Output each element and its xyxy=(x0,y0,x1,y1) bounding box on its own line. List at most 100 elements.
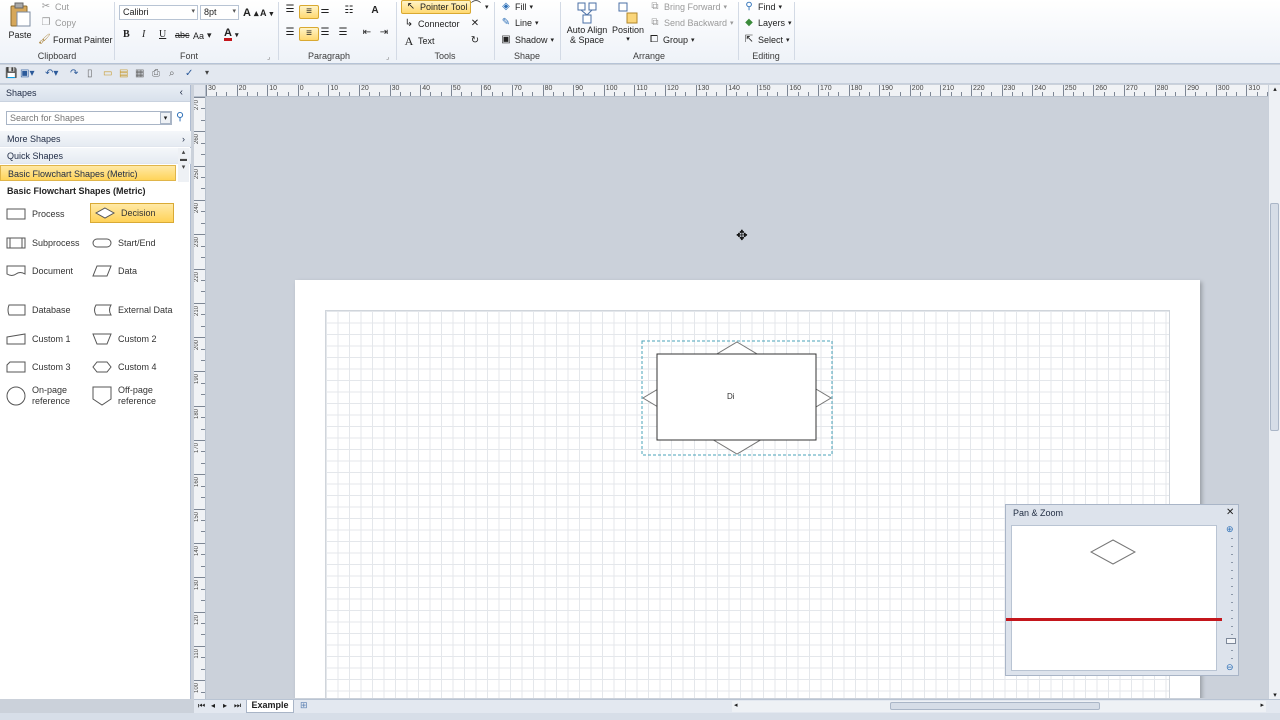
first-page-icon[interactable]: ⏮ xyxy=(198,701,205,711)
position-button[interactable]: Position ▾ xyxy=(610,1,646,43)
pan-zoom-window[interactable]: Pan & Zoom ✕ ⊕ ⊖ xyxy=(1005,504,1239,676)
open-icon[interactable]: ▭ xyxy=(103,68,112,79)
close-shape-button[interactable]: ✕ xyxy=(469,18,481,30)
active-stencil-item[interactable]: Basic Flowchart Shapes (Metric) xyxy=(0,165,176,181)
align-top-button[interactable]: ☰ xyxy=(284,4,296,16)
vertical-scrollbar[interactable]: ▴ ▾ xyxy=(1268,85,1280,699)
rotate-button[interactable]: ↻ xyxy=(469,35,481,47)
dialog-launcher-icon[interactable]: ⌟ xyxy=(386,53,389,61)
zoom-slider-thumb[interactable] xyxy=(1226,638,1236,644)
print-preview-icon[interactable]: ▦ xyxy=(135,68,144,79)
group-button[interactable]: ⧠ Group ▾ xyxy=(648,34,695,46)
more-shapes-item[interactable]: More Shapes › xyxy=(0,131,191,147)
search-shapes-input[interactable] xyxy=(6,111,172,125)
search-dropdown-icon[interactable]: ▾ xyxy=(160,112,171,124)
stencil-external-data[interactable]: External Data xyxy=(92,304,173,316)
scroll-up-icon[interactable]: ▴ xyxy=(1269,85,1280,93)
redo-icon[interactable]: ↷ xyxy=(70,68,78,79)
connector-tool-button[interactable]: ↳ Connector xyxy=(403,18,460,30)
viewport-indicator[interactable] xyxy=(1006,618,1222,621)
horizontal-scrollbar[interactable]: ◂ ▸ xyxy=(732,701,1266,712)
stencil-start-end[interactable]: Start/End xyxy=(92,237,156,249)
layers-button[interactable]: ◆ Layers ▾ xyxy=(743,17,791,29)
shape-text-editor[interactable]: Di xyxy=(727,392,735,401)
align-left-button[interactable]: ☰ xyxy=(284,27,296,39)
change-case-button[interactable]: Aa ▾ xyxy=(193,30,212,41)
stencil-custom-2[interactable]: Custom 2 xyxy=(92,333,157,345)
format-painter-button[interactable]: 🖌 Format Painter xyxy=(38,34,113,46)
send-backward-button[interactable]: ⧉ Send Backward ▾ xyxy=(649,17,733,29)
print-icon[interactable]: ⎙ xyxy=(152,68,160,79)
decrease-indent-button[interactable]: ⇤ xyxy=(361,27,373,39)
stencil-custom-4[interactable]: Custom 4 xyxy=(92,361,157,373)
align-bottom-button[interactable]: ⚌ xyxy=(319,5,331,17)
scroll-down-icon[interactable]: ▾ xyxy=(1269,691,1280,699)
insert-page-icon[interactable]: ⊞ xyxy=(300,700,308,711)
stencil-subprocess[interactable]: Subprocess xyxy=(6,237,80,249)
new-icon[interactable]: ▯ xyxy=(87,68,93,79)
stencil-decision[interactable]: Decision xyxy=(90,203,174,223)
vertical-ruler[interactable]: 270 260 250 240 230 220 210 200 190 180 170 160 150 1… xyxy=(194,97,206,699)
last-page-icon[interactable]: ⏭ xyxy=(234,701,241,711)
text-direction-button[interactable]: A xyxy=(369,5,381,17)
folder-icon[interactable]: ▤ xyxy=(119,68,128,79)
cut-button[interactable]: ✂ Cut xyxy=(40,1,69,13)
font-color-button[interactable]: A ▾ xyxy=(224,28,238,41)
font-size-combo[interactable]: 8pt ▾ xyxy=(200,5,239,20)
fill-button[interactable]: ◈ Fill ▾ xyxy=(500,1,533,13)
zoom-icon[interactable]: ⌕ xyxy=(169,68,175,79)
customize-icon[interactable]: ▾ xyxy=(205,68,209,77)
strikethrough-button[interactable]: abc xyxy=(175,30,190,40)
tab-example[interactable]: Example xyxy=(246,700,294,713)
stencil-off-page-reference[interactable]: Off-page reference xyxy=(92,385,156,407)
increase-indent-button[interactable]: ⇥ xyxy=(378,27,390,39)
stencil-scrollbar[interactable]: ▴ ▬ ▾ xyxy=(178,148,189,182)
save-icon[interactable]: 💾 xyxy=(5,68,17,79)
zoom-out-icon[interactable]: ⊖ xyxy=(1226,662,1234,673)
scroll-thumb[interactable] xyxy=(1270,203,1279,431)
align-center-button[interactable]: ≡ xyxy=(299,27,319,41)
scroll-right-icon[interactable]: ▸ xyxy=(1260,701,1264,709)
underline-button[interactable]: U xyxy=(159,29,166,40)
search-icon[interactable]: ⚲ xyxy=(176,110,184,123)
line-button[interactable]: ✎ Line ▾ xyxy=(500,17,539,29)
auto-align-button[interactable]: Auto Align & Space xyxy=(566,1,608,45)
collapse-icon[interactable]: ‹ xyxy=(180,87,183,98)
dialog-launcher-icon[interactable]: ⌟ xyxy=(267,53,270,61)
stencil-process[interactable]: Process xyxy=(6,208,65,220)
stencil-custom-3[interactable]: Custom 3 xyxy=(6,361,71,373)
shrink-font-button[interactable]: A ▾ xyxy=(260,8,273,18)
stencil-custom-1[interactable]: Custom 1 xyxy=(6,333,71,345)
stencil-data[interactable]: Data xyxy=(92,265,137,277)
scroll-left-icon[interactable]: ◂ xyxy=(734,701,738,709)
bold-button[interactable]: B xyxy=(123,29,130,40)
stencil-database[interactable]: Database xyxy=(6,304,71,316)
shadow-button[interactable]: ▣ Shadow ▾ xyxy=(500,34,554,46)
select-button[interactable]: ⇱ Select ▾ xyxy=(743,34,790,46)
align-middle-button[interactable]: ≡ xyxy=(299,5,319,19)
close-icon[interactable]: ✕ xyxy=(1226,507,1234,518)
line-tool-button[interactable]: ⌒ ▾ xyxy=(470,1,489,13)
italic-button[interactable]: I xyxy=(142,29,145,40)
grow-font-button[interactable]: A ▴ xyxy=(243,7,259,19)
undo-icon[interactable]: ↶▾ xyxy=(45,68,58,79)
font-family-combo[interactable]: Calibri ▾ xyxy=(119,5,198,20)
stencil-document[interactable]: Document xyxy=(6,265,73,277)
justify-button[interactable]: ☰ xyxy=(337,27,349,39)
pointer-tool-button[interactable]: ↖ Pointer Tool xyxy=(401,0,472,14)
selected-decision-shape[interactable] xyxy=(641,340,833,458)
bullets-button[interactable]: ☷ xyxy=(343,5,355,17)
bring-forward-button[interactable]: ⧉ Bring Forward ▾ xyxy=(649,1,727,13)
stencil-on-page-reference[interactable]: On-page reference xyxy=(6,385,70,407)
next-page-icon[interactable]: ▸ xyxy=(223,701,227,710)
pan-zoom-preview[interactable] xyxy=(1011,525,1217,671)
text-tool-button[interactable]: A Text xyxy=(403,35,435,47)
copy-button[interactable]: ❐ Copy xyxy=(40,17,77,29)
align-right-button[interactable]: ☰ xyxy=(319,27,331,39)
horizontal-ruler[interactable]: 30 20 10 0 10 20 30 40 50 60 70 80 90 100 110 120 130 140… xyxy=(206,85,1268,97)
find-button[interactable]: ⚲ Find ▾ xyxy=(743,1,782,13)
save-as-icon[interactable]: ▣▾ xyxy=(20,68,34,79)
paste-button[interactable]: Paste xyxy=(6,2,34,46)
spelling-icon[interactable]: ✓ xyxy=(185,68,193,79)
zoom-in-icon[interactable]: ⊕ xyxy=(1226,524,1234,535)
